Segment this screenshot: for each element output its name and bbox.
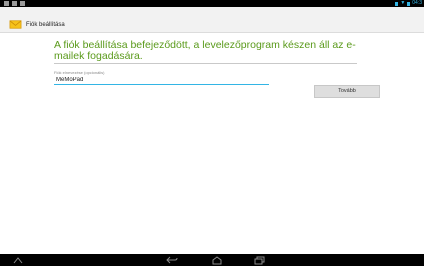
battery-icon xyxy=(407,1,411,6)
page-title: Fiók beállítása xyxy=(26,22,65,28)
account-name-input[interactable] xyxy=(54,76,269,85)
setup-complete-message: A fiók beállítása befejeződött, a levele… xyxy=(54,39,356,62)
notification-icon xyxy=(4,1,9,6)
bluetooth-icon xyxy=(395,1,399,6)
wifi-icon: ▼ xyxy=(400,0,406,6)
back-icon[interactable] xyxy=(166,256,178,264)
clock: 04:3 xyxy=(412,0,422,6)
divider xyxy=(54,63,357,64)
up-arrow-icon[interactable] xyxy=(13,256,23,264)
next-button[interactable]: Tovább xyxy=(314,85,380,98)
notification-icon xyxy=(20,1,25,6)
status-icons: ▼ 04:3 xyxy=(395,0,422,7)
notification-icons xyxy=(4,1,25,6)
status-bar: ▼ 04:3 xyxy=(0,0,424,7)
navigation-bar xyxy=(0,254,424,266)
notification-icon xyxy=(12,1,17,6)
home-icon[interactable] xyxy=(211,256,223,265)
account-name-label: Fiók elnevezése (opcionális) xyxy=(54,70,105,75)
recent-apps-icon[interactable] xyxy=(254,256,265,265)
action-bar: Fiók beállítása xyxy=(0,7,424,33)
envelope-app-icon[interactable] xyxy=(9,18,22,31)
